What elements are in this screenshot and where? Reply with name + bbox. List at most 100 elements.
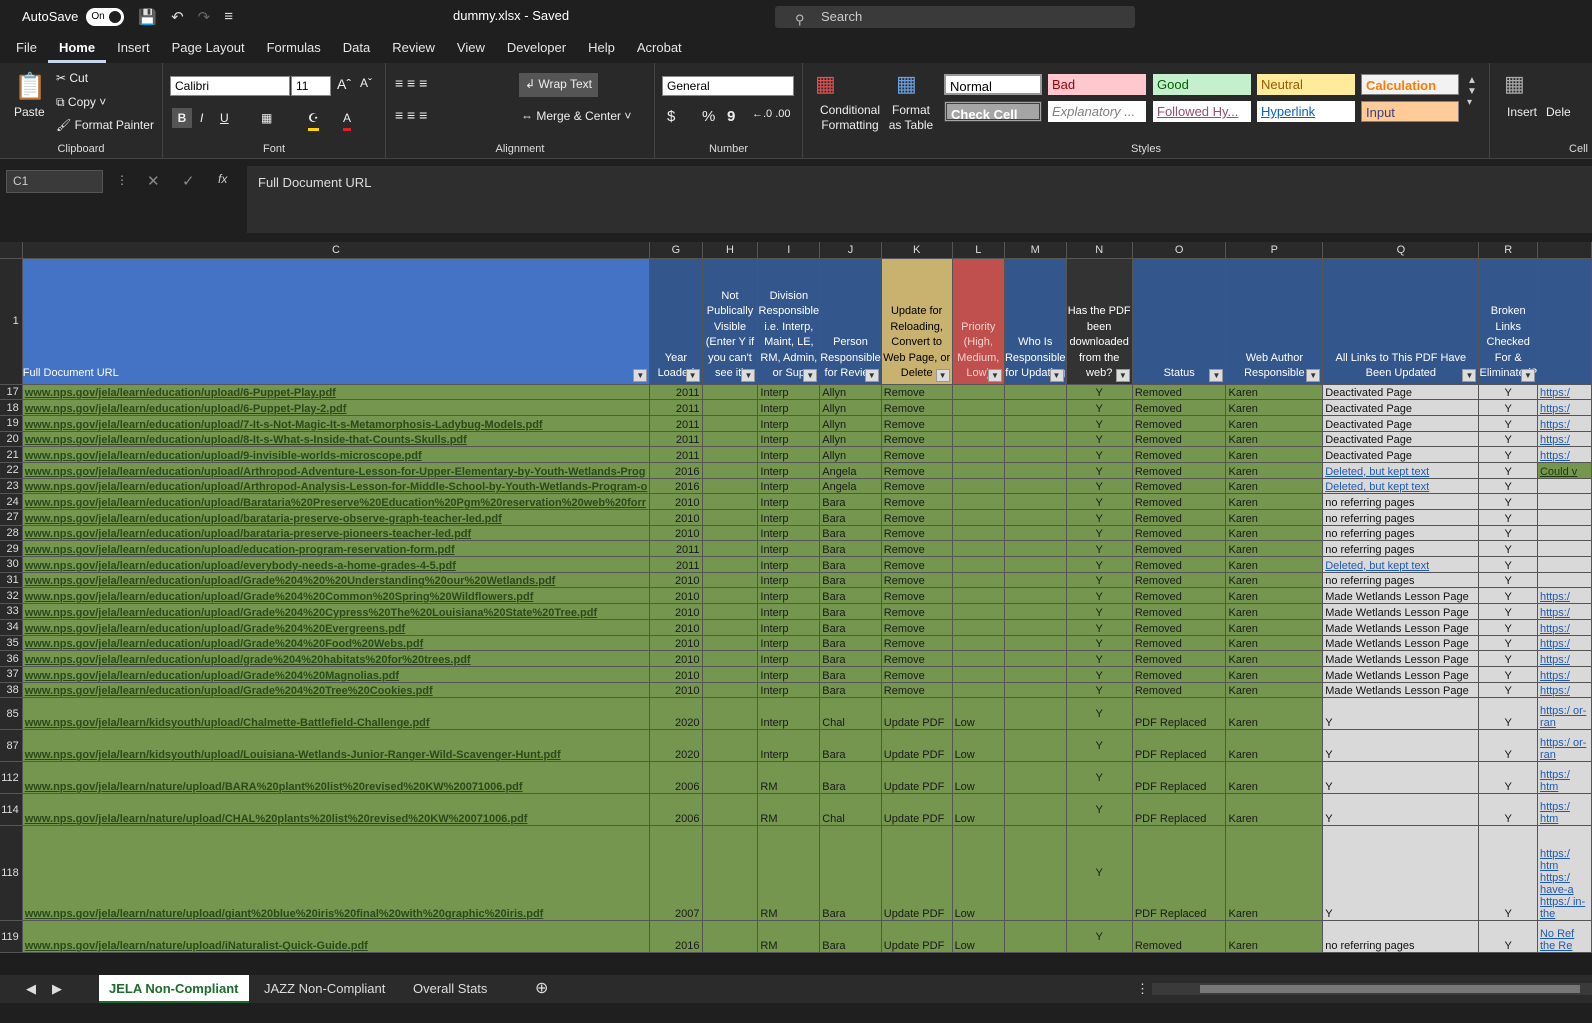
cell-person[interactable]: Bara <box>819 493 882 510</box>
font-size-select[interactable]: 11 <box>291 76 331 96</box>
spreadsheet-grid[interactable]: C G H I J K L M N O P Q R 1 Full Document URL ▼ Year Loa… <box>0 242 1592 975</box>
more-icon[interactable]: ⋮ <box>116 173 128 187</box>
cell-broken-links[interactable]: Y <box>1478 384 1538 401</box>
cell-division[interactable]: Interp <box>757 540 821 558</box>
cell-broken-links[interactable]: Y <box>1478 920 1538 954</box>
header-p[interactable]: Web Author Responsible ▼ <box>1225 258 1324 385</box>
cell-downloaded[interactable]: Y <box>1066 446 1133 463</box>
decimal-icon[interactable]: ←.0 .00 <box>752 108 791 120</box>
cell-person[interactable]: Bara <box>819 587 882 605</box>
row-number[interactable]: 31 <box>0 572 23 589</box>
scrollbar-thumb[interactable] <box>1200 985 1580 993</box>
cell-action[interactable]: Remove <box>881 682 953 699</box>
underline-button[interactable]: U <box>220 108 229 128</box>
cell-year[interactable]: 2011 <box>649 399 703 416</box>
cell-who[interactable] <box>1004 920 1067 954</box>
cell-who[interactable] <box>1004 446 1067 463</box>
row-number[interactable]: 1 <box>0 258 23 385</box>
cell-person[interactable]: Bara <box>819 509 882 526</box>
row-number[interactable]: 30 <box>0 556 23 573</box>
cell-status[interactable]: Removed <box>1132 587 1227 605</box>
cell-status[interactable]: Removed <box>1132 478 1227 495</box>
cell-url[interactable]: www.nps.gov/jela/learn/nature/upload/CHA… <box>22 793 651 827</box>
cell-links-updated[interactable]: Y <box>1322 825 1480 922</box>
cell-notes[interactable] <box>1537 525 1592 542</box>
cell-action[interactable]: Remove <box>881 493 953 510</box>
cell-priority[interactable] <box>952 493 1005 510</box>
row-number[interactable]: 37 <box>0 666 23 683</box>
header-h[interactable]: Not Publically Visible (Enter Y if you c… <box>702 258 759 385</box>
cell-person[interactable]: Bara <box>819 650 882 667</box>
column-header-q[interactable]: Q <box>1322 242 1480 259</box>
cell-year[interactable]: 2016 <box>649 478 703 495</box>
cell-action[interactable]: Remove <box>881 431 953 448</box>
tab-help[interactable]: Help <box>577 33 626 63</box>
cell-year[interactable]: 2010 <box>649 509 703 526</box>
row-number[interactable]: 22 <box>0 462 23 479</box>
font-color-icon[interactable]: A <box>343 108 352 131</box>
cell-action[interactable]: Remove <box>881 525 953 542</box>
column-header-h[interactable]: H <box>702 242 759 259</box>
cell-links-updated[interactable]: no referring pages <box>1322 920 1480 954</box>
column-header-m[interactable]: M <box>1004 242 1067 259</box>
wrap-text-button[interactable]: ↲ Wrap Text <box>519 73 598 97</box>
filter-dropdown-icon[interactable]: ▼ <box>633 368 648 382</box>
header-q[interactable]: All Links to This PDF Have Been Updated ▼ <box>1322 258 1480 385</box>
cell-year[interactable]: 2010 <box>649 603 703 620</box>
cell-not-visible[interactable] <box>702 415 759 432</box>
cell-author[interactable]: Karen <box>1225 540 1324 558</box>
cell-broken-links[interactable]: Y <box>1478 603 1538 620</box>
conditional-formatting-icon[interactable]: ▦ <box>815 71 836 97</box>
cell-who[interactable] <box>1004 587 1067 605</box>
column-header-g[interactable]: G <box>649 242 703 259</box>
cell-status[interactable]: PDF Replaced <box>1132 825 1227 922</box>
cell-division[interactable]: Interp <box>757 603 821 620</box>
cell-person[interactable]: Chal <box>819 793 882 827</box>
cell-downloaded[interactable]: Y <box>1066 399 1133 416</box>
cell-division[interactable]: RM <box>757 793 821 827</box>
cell-url[interactable]: www.nps.gov/jela/learn/kidsyouth/upload/… <box>22 697 651 731</box>
cell-who[interactable] <box>1004 729 1067 763</box>
cell-broken-links[interactable]: Y <box>1478 493 1538 510</box>
cell-broken-links[interactable]: Y <box>1478 650 1538 667</box>
cell-links-updated[interactable]: Deleted, but kept text <box>1322 478 1480 495</box>
column-header-l[interactable]: L <box>952 242 1005 259</box>
cell-priority[interactable] <box>952 525 1005 542</box>
cell-author[interactable]: Karen <box>1225 525 1324 542</box>
bold-button[interactable]: B <box>172 108 192 128</box>
cell-links-updated[interactable]: Y <box>1322 793 1480 827</box>
row-number[interactable]: 119 <box>0 920 23 954</box>
cell-person[interactable]: Bara <box>819 666 882 683</box>
cell-priority[interactable] <box>952 384 1005 401</box>
row-number[interactable]: 24 <box>0 493 23 510</box>
align-top-icon[interactable]: ≡ ≡ ≡ <box>395 75 427 91</box>
cell-who[interactable] <box>1004 415 1067 432</box>
cell-links-updated[interactable]: Made Wetlands Lesson Page <box>1322 635 1480 652</box>
percent-button[interactable]: % <box>702 108 715 125</box>
cell-division[interactable]: Interp <box>757 493 821 510</box>
cut-button[interactable]: ✂ Cut <box>56 71 88 85</box>
cell-not-visible[interactable] <box>702 446 759 463</box>
cell-url[interactable]: www.nps.gov/jela/learn/nature/upload/gia… <box>22 825 651 922</box>
insert-cells-icon[interactable]: ▦ <box>1504 71 1525 97</box>
cell-division[interactable]: Interp <box>757 431 821 448</box>
cell-broken-links[interactable]: Y <box>1478 697 1538 731</box>
header-r[interactable]: Broken Links Checked For & Eliminated? ▼ <box>1478 258 1538 385</box>
next-sheet-icon[interactable]: ▶ <box>42 975 72 1003</box>
cell-person[interactable]: Bara <box>819 525 882 542</box>
cell-notes[interactable]: https:/ <box>1537 446 1592 463</box>
cell-year[interactable]: 2010 <box>649 493 703 510</box>
cell-links-updated[interactable]: Y <box>1322 729 1480 763</box>
cell-links-updated[interactable]: Made Wetlands Lesson Page <box>1322 682 1480 699</box>
tab-view[interactable]: View <box>446 33 496 63</box>
cell-action[interactable]: Remove <box>881 650 953 667</box>
row-number[interactable]: 29 <box>0 540 23 558</box>
cell-person[interactable]: Bara <box>819 920 882 954</box>
cell-downloaded[interactable]: Y <box>1066 650 1133 667</box>
row-number[interactable]: 118 <box>0 825 23 922</box>
cell-links-updated[interactable]: Made Wetlands Lesson Page <box>1322 603 1480 620</box>
cell-not-visible[interactable] <box>702 493 759 510</box>
name-box[interactable]: C1 <box>6 170 103 193</box>
cell-url[interactable]: www.nps.gov/jela/learn/education/upload/… <box>22 603 651 620</box>
cell-who[interactable] <box>1004 525 1067 542</box>
